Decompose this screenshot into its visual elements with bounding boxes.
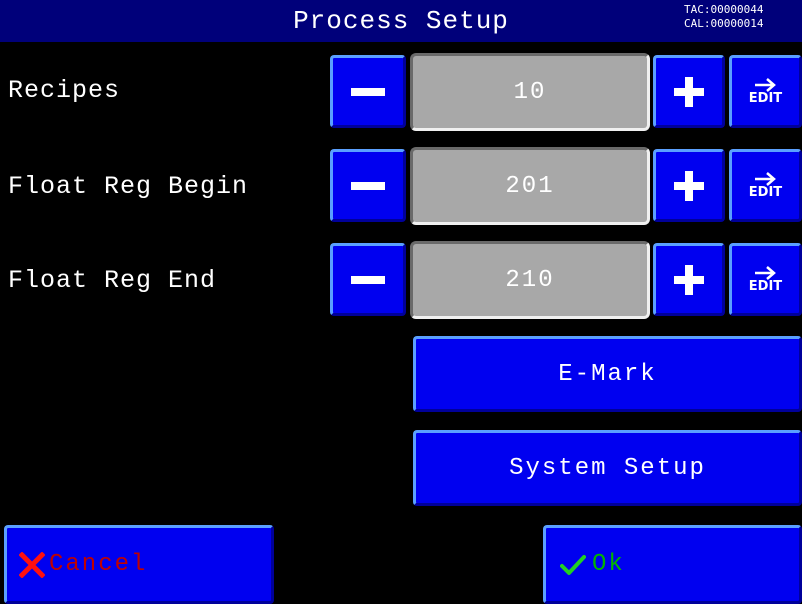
- x-icon: [19, 551, 45, 578]
- ok-label: Ok: [592, 551, 625, 578]
- page-title: Process Setup: [293, 6, 509, 36]
- edit-label: EDIT: [748, 91, 783, 106]
- plus-icon: [674, 76, 704, 107]
- cal-counter: CAL:00000014: [684, 17, 764, 30]
- arrow-right-icon: [755, 172, 777, 186]
- minus-icon: [351, 181, 385, 190]
- counters-readout: TAC:00000044 CAL:00000014: [684, 3, 802, 39]
- recipes-value-field[interactable]: 10: [410, 53, 650, 131]
- float-reg-begin-value-field[interactable]: 201: [410, 147, 650, 225]
- recipes-increment-button[interactable]: [653, 55, 725, 128]
- e-mark-button[interactable]: E-Mark: [413, 336, 802, 412]
- edit-label: EDIT: [748, 279, 783, 294]
- float-reg-end-increment-button[interactable]: [653, 243, 725, 316]
- recipes-label: Recipes: [8, 76, 121, 105]
- checkmark-icon: [560, 554, 586, 575]
- edit-label: EDIT: [748, 185, 783, 200]
- recipes-decrement-button[interactable]: [330, 55, 406, 128]
- float-reg-begin-decrement-button[interactable]: [330, 149, 406, 222]
- cancel-label: Cancel: [49, 551, 148, 578]
- minus-icon: [351, 87, 385, 96]
- float-reg-begin-edit-button[interactable]: EDIT: [729, 149, 802, 222]
- ok-button[interactable]: Ok: [543, 525, 802, 604]
- system-setup-label: System Setup: [509, 454, 706, 482]
- plus-icon: [674, 264, 704, 295]
- cancel-button[interactable]: Cancel: [4, 525, 274, 604]
- title-bar: Process Setup TAC:00000044 CAL:00000014: [0, 0, 802, 44]
- recipes-edit-button[interactable]: EDIT: [729, 55, 802, 128]
- tac-counter: TAC:00000044: [684, 3, 764, 16]
- float-reg-end-edit-button[interactable]: EDIT: [729, 243, 802, 316]
- float-reg-end-decrement-button[interactable]: [330, 243, 406, 316]
- float-reg-end-value-field[interactable]: 210: [410, 241, 650, 319]
- arrow-right-icon: [755, 266, 777, 280]
- plus-icon: [674, 170, 704, 201]
- float-reg-begin-label: Float Reg Begin: [8, 172, 249, 201]
- arrow-right-icon: [755, 78, 777, 92]
- system-setup-button[interactable]: System Setup: [413, 430, 802, 506]
- e-mark-label: E-Mark: [558, 360, 657, 388]
- float-reg-begin-increment-button[interactable]: [653, 149, 725, 222]
- minus-icon: [351, 275, 385, 284]
- float-reg-end-label: Float Reg End: [8, 266, 217, 295]
